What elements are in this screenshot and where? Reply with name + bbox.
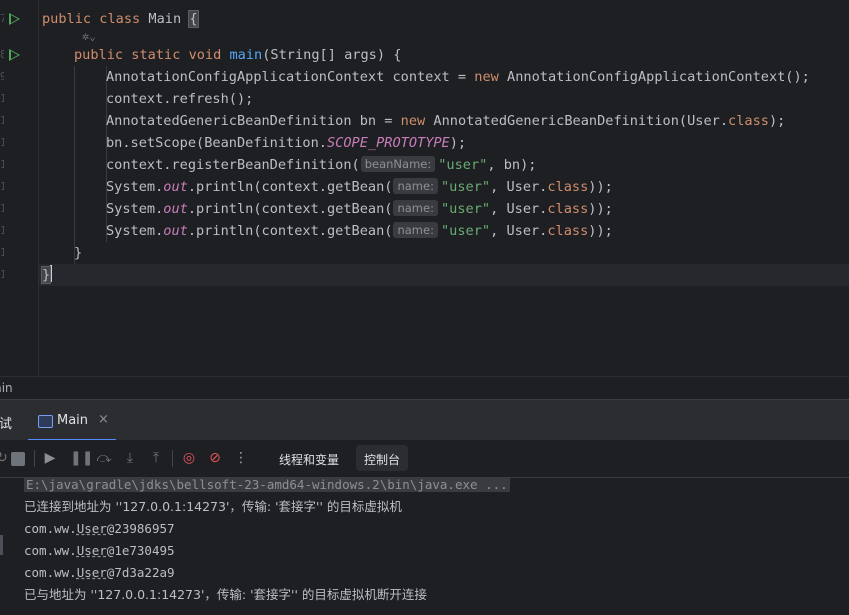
- tab-main-label: Main: [57, 413, 89, 428]
- code-line: context.refresh();: [106, 91, 254, 107]
- editor-gutter: 7 8 9 10 11 12 13 14 15 16 17 18: [0, 0, 39, 376]
- code-line: context.registerBeanDefinition(beanName:…: [106, 156, 537, 173]
- class-link[interactable]: User: [77, 521, 107, 536]
- console-line: com.ww.User@1e730495: [24, 543, 175, 558]
- run-main-icon[interactable]: [9, 49, 20, 61]
- line-number: 7: [0, 12, 4, 25]
- breadcrumb-item: Main: [0, 381, 13, 395]
- console-gutter: [0, 478, 18, 615]
- window-icon: [38, 415, 53, 428]
- debug-tool-title[interactable]: 调试: [0, 413, 12, 432]
- code-line: bn.setScope(BeanDefinition.SCOPE_PROTOTY…: [106, 135, 467, 151]
- code-line: System.out.println(context.getBean(name:…: [106, 178, 613, 195]
- breadcrumb[interactable]: Main: [0, 376, 849, 399]
- parameter-hint: name:: [393, 200, 438, 216]
- console-line: 已与地址为 ''127.0.0.1:14273'，传输: '套接字'' 的目标虚…: [24, 587, 427, 602]
- console-line: E:\java\gradle\jdks\bellsoft-23-amd64-wi…: [24, 474, 510, 496]
- parameter-hint: name:: [393, 222, 438, 238]
- class-link[interactable]: User: [77, 543, 107, 558]
- run-class-icon[interactable]: [9, 13, 20, 25]
- line-number: 10: [0, 92, 4, 105]
- tool-window-tabbar: 调试 Main ×: [0, 400, 849, 441]
- line-number: 14: [0, 180, 4, 193]
- pause-icon[interactable]: ❚❚: [70, 450, 93, 466]
- stop-icon[interactable]: [11, 452, 25, 466]
- step-out-icon[interactable]: ⤒: [148, 450, 164, 466]
- text-caret: [50, 265, 53, 282]
- line-number: 18: [0, 268, 4, 281]
- code-vision-line[interactable]: ✲⌄: [82, 26, 96, 46]
- line-number: 12: [0, 136, 4, 149]
- debug-toolbar: ↻ ▶ ❚❚ ⤼ ⤓ ⤒ ◎ ⊘ ⋮ 线程和变量 控制台: [0, 440, 849, 478]
- console-fold-marker: [0, 535, 3, 555]
- line-number: 11: [0, 114, 4, 127]
- line-number: 16: [0, 224, 4, 237]
- view-breakpoints-icon[interactable]: ◎: [181, 450, 197, 466]
- line-number: 17: [0, 246, 4, 259]
- indent-guide: [74, 66, 75, 264]
- debug-tool-window: 调试 Main × ↻ ▶ ❚❚ ⤼ ⤓ ⤒ ◎ ⊘ ⋮ 线程和变量 控制台 E…: [0, 399, 849, 615]
- parameter-hint: name:: [393, 178, 438, 194]
- line-number: 8: [0, 48, 4, 61]
- code-line: System.out.println(context.getBean(name:…: [106, 200, 613, 217]
- more-options-icon[interactable]: ⋮: [233, 450, 249, 466]
- code-editor[interactable]: 7 8 9 10 11 12 13 14 15 16 17 18 public …: [0, 0, 849, 376]
- tab-threads-variables[interactable]: 线程和变量: [279, 451, 339, 468]
- step-into-icon[interactable]: ⤓: [122, 450, 138, 466]
- matched-brace: {: [188, 10, 199, 28]
- console-line: com.ww.User@23986957: [24, 521, 175, 536]
- line-number: 15: [0, 202, 4, 215]
- toolbar-divider: [34, 450, 35, 467]
- step-over-icon[interactable]: ⤼: [96, 450, 112, 466]
- code-line: AnnotationConfigApplicationContext conte…: [106, 69, 810, 85]
- code-line: public class Main {: [42, 10, 199, 28]
- chevron-down-icon: ⌄: [89, 30, 96, 43]
- toolbar-divider: [172, 450, 173, 467]
- line-number: 13: [0, 158, 4, 171]
- code-line: public static void main(String[] args) {: [74, 47, 402, 63]
- code-line: AnnotatedGenericBeanDefinition bn = new …: [106, 113, 786, 129]
- console-line: 已连接到地址为 ''127.0.0.1:14273'，传输: '套接字'' 的目…: [24, 499, 402, 514]
- mute-breakpoints-icon[interactable]: ⊘: [207, 450, 223, 466]
- tab-main[interactable]: Main ×: [28, 409, 116, 441]
- code-line: System.out.println(context.getBean(name:…: [106, 222, 613, 239]
- class-link[interactable]: User: [77, 565, 107, 580]
- command-line[interactable]: E:\java\gradle\jdks\bellsoft-23-amd64-wi…: [24, 477, 510, 492]
- resume-icon[interactable]: ▶: [42, 450, 58, 466]
- console-line: com.ww.User@7d3a22a9: [24, 565, 175, 580]
- rerun-icon[interactable]: ↻: [0, 450, 10, 466]
- matched-brace: }: [40, 266, 52, 284]
- code-line-current: }: [40, 264, 53, 286]
- close-icon[interactable]: ×: [98, 412, 109, 427]
- current-line-highlight: [38, 264, 849, 286]
- line-number: 9: [0, 70, 4, 83]
- code-line: }: [74, 245, 83, 261]
- tab-console[interactable]: 控制台: [364, 451, 400, 468]
- parameter-hint: beanName:: [360, 156, 436, 172]
